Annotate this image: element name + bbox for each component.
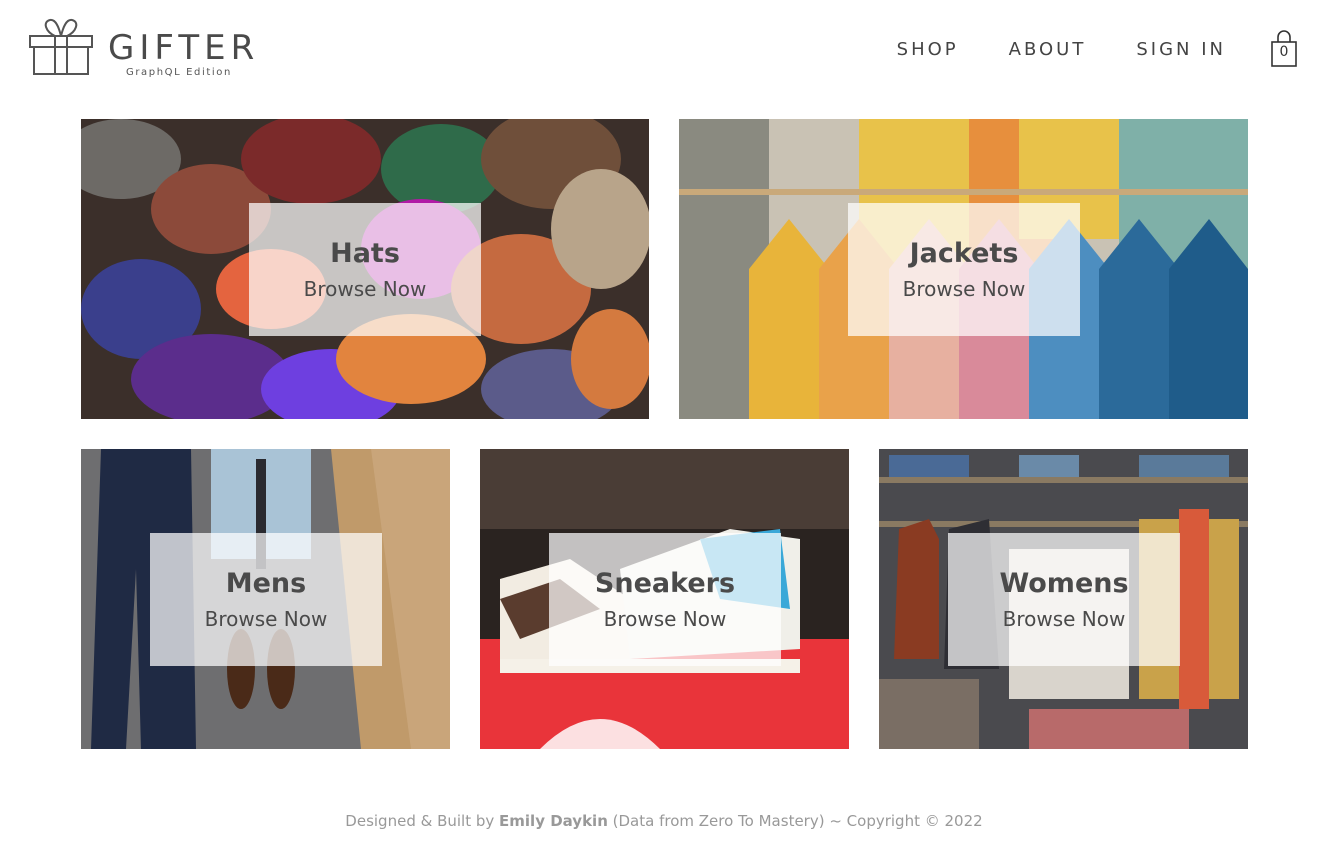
logo[interactable]: GIFTER GraphQL Edition — [28, 18, 268, 82]
browse-now-link: Browse Now — [1002, 607, 1126, 631]
category-card: Mens Browse Now — [150, 533, 382, 666]
category-title: Womens — [999, 568, 1129, 599]
logo-subtitle: GraphQL Edition — [126, 67, 232, 78]
site-header: GIFTER GraphQL Edition SHOP ABOUT SIGN I… — [0, 0, 1328, 100]
footer-author: Emily Daykin — [499, 812, 608, 830]
category-tile-hats[interactable]: Hats Browse Now — [81, 119, 649, 419]
footer-prefix: Designed & Built by — [345, 812, 500, 830]
category-tile-mens[interactable]: Mens Browse Now — [81, 449, 450, 749]
footer-suffix: (Data from Zero To Mastery) ~ Copyright … — [607, 812, 983, 830]
nav-shop[interactable]: SHOP — [897, 39, 959, 60]
nav-about[interactable]: ABOUT — [1009, 39, 1087, 60]
category-title: Mens — [225, 568, 307, 599]
main-nav: SHOP ABOUT SIGN IN 0 — [897, 24, 1298, 74]
category-tile-womens[interactable]: Womens Browse Now — [879, 449, 1248, 749]
cart-button[interactable]: 0 — [1270, 30, 1298, 68]
logo-wordmark: GIFTER — [108, 28, 260, 68]
site-footer: Designed & Built by Emily Daykin (Data f… — [0, 812, 1328, 830]
category-tile-jackets[interactable]: Jackets Browse Now — [679, 119, 1248, 419]
category-title: Sneakers — [594, 568, 736, 599]
browse-now-link: Browse Now — [303, 277, 427, 301]
cart-count: 0 — [1279, 44, 1289, 60]
nav-sign-in[interactable]: SIGN IN — [1136, 39, 1226, 60]
category-card: Jackets Browse Now — [848, 203, 1080, 336]
category-title: Jackets — [909, 238, 1019, 269]
browse-now-link: Browse Now — [603, 607, 727, 631]
browse-now-link: Browse Now — [204, 607, 328, 631]
category-card: Sneakers Browse Now — [549, 533, 781, 666]
gift-icon — [29, 18, 93, 75]
category-card: Hats Browse Now — [249, 203, 481, 336]
browse-now-link: Browse Now — [902, 277, 1026, 301]
category-card: Womens Browse Now — [948, 533, 1180, 666]
category-title: Hats — [330, 238, 400, 269]
category-tile-sneakers[interactable]: Sneakers Browse Now — [480, 449, 849, 749]
